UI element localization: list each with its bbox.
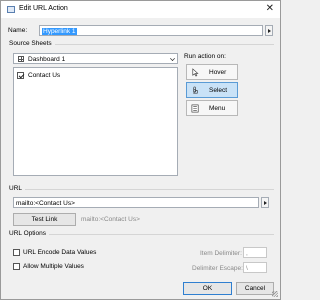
dashboard-dropdown[interactable]: Dashboard 1 (13, 53, 178, 64)
delimiter-escape-label: Delimiter Escape: (192, 265, 243, 272)
menu-label: Menu (209, 105, 226, 112)
run-on-hover-button[interactable]: Hover (186, 64, 238, 80)
hover-label: Hover (209, 69, 227, 76)
dialog-window: Edit URL Action ✕ Name: Hyperlink 1 Sour… (0, 0, 281, 300)
allow-multiple-checkbox[interactable] (13, 263, 20, 270)
select-label: Select (209, 87, 228, 94)
dashboard-value: Dashboard 1 (28, 55, 66, 63)
ok-button[interactable]: OK (183, 282, 232, 295)
url-input[interactable]: mailto:<Contact Us> (13, 197, 259, 208)
close-icon[interactable]: ✕ (266, 3, 274, 15)
item-delimiter-input[interactable]: , (243, 247, 267, 258)
name-label: Name: (8, 27, 28, 34)
name-input[interactable]: Hyperlink 1 (39, 25, 263, 36)
app-icon (7, 6, 15, 13)
run-action-label: Run action on: (184, 53, 226, 60)
url-options-group-label: URL Options (9, 230, 49, 237)
test-link-button[interactable]: Test Link (13, 213, 76, 226)
chevron-down-icon (170, 56, 175, 61)
url-preview: mailto:<Contact Us> (81, 216, 140, 223)
cancel-button[interactable]: Cancel (236, 282, 274, 295)
sheet-checkbox[interactable] (17, 72, 24, 79)
sheets-list: Contact Us (13, 67, 178, 176)
sheet-label: Contact Us (28, 72, 61, 79)
window-title: Edit URL Action (19, 5, 68, 12)
item-delimiter-label: Item Delimiter: (200, 250, 242, 257)
url-insert-arrow-button[interactable] (261, 197, 269, 208)
run-on-select-button[interactable]: Select (186, 82, 238, 98)
url-value: mailto:<Contact Us> (16, 199, 75, 207)
select-hand-icon (193, 86, 198, 94)
menu-icon (191, 104, 199, 113)
sheet-item-contact-us[interactable]: Contact Us (17, 71, 97, 81)
title-bar: Edit URL Action ✕ (1, 1, 280, 18)
hover-pointer-icon (192, 68, 199, 77)
run-on-menu-button[interactable]: Menu (186, 100, 238, 116)
source-sheets-group-label: Source Sheets (9, 40, 55, 47)
url-group-line (9, 189, 274, 190)
dashboard-icon (18, 56, 24, 62)
item-delimiter-value: , (246, 249, 248, 257)
url-group-label: URL (9, 185, 26, 192)
delimiter-escape-value: \ (246, 264, 248, 272)
name-value: Hyperlink 1 (42, 27, 77, 35)
delimiter-escape-input[interactable]: \ (243, 262, 267, 273)
name-insert-arrow-button[interactable] (265, 25, 273, 36)
resize-grip-icon[interactable] (272, 291, 278, 297)
url-encode-label: URL Encode Data Values (23, 249, 97, 256)
url-encode-checkbox[interactable] (13, 249, 20, 256)
allow-multiple-label: Allow Multiple Values (23, 263, 84, 270)
